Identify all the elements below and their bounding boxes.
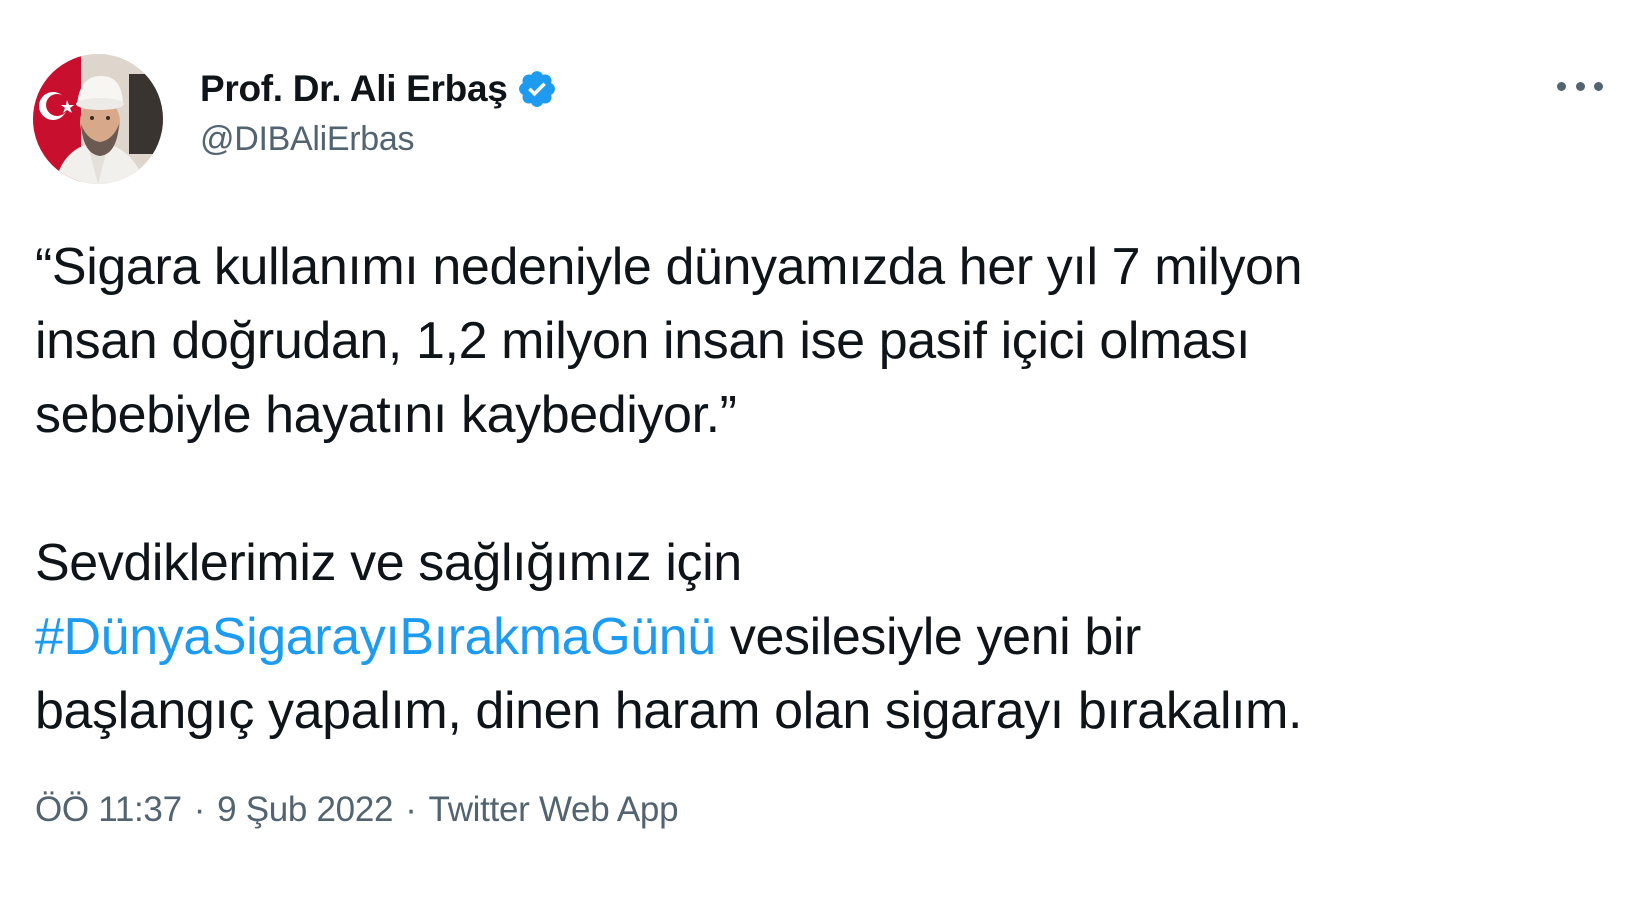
author-block: Prof. Dr. Ali Erbaş @DIBAliErbas (200, 66, 558, 159)
tweet-line-rest: vesilesiyle yeni bir (715, 608, 1141, 666)
hashtag-link[interactable]: #DünyaSigarayıBırakmaGünü (35, 608, 716, 666)
separator: · (405, 790, 417, 829)
tweet-line: sebebiyle hayatını kaybediyor.” (35, 386, 737, 444)
dot (1575, 81, 1585, 91)
tweet-source[interactable]: Twitter Web App (429, 790, 679, 830)
dot (1557, 81, 1566, 91)
tweet-line: “Sigara kullanımı nedeniyle dünyamızda h… (35, 238, 1303, 296)
tweet-line: insan doğrudan, 1,2 milyon insan ise pas… (35, 312, 1251, 370)
more-options-icon[interactable] (1557, 76, 1603, 96)
name-row: Prof. Dr. Ali Erbaş (200, 66, 558, 112)
tweet-line: başlangıç yapalım, dinen haram olan siga… (35, 682, 1303, 740)
tweet-date[interactable]: 9 Şub 2022 (217, 790, 393, 830)
separator: · (193, 790, 206, 829)
tweet-text: “Sigara kullanımı nedeniyle dünyamızda h… (35, 230, 1605, 748)
tweet-line: Sevdiklerimiz ve sağlığımız için (35, 534, 742, 592)
tweet-time[interactable]: ÖÖ 11:37 (35, 790, 182, 830)
tweet-meta: ÖÖ 11:37 · 9 Şub 2022 · Twitter Web App (35, 790, 679, 830)
tweet-line: #DünyaSigarayıBırakmaGünü vesilesiyle ye… (35, 600, 1605, 674)
tweet-card: Prof. Dr. Ali Erbaş @DIBAliErbas “Sigara… (0, 0, 1639, 900)
avatar[interactable] (33, 54, 163, 184)
dot (1594, 81, 1603, 91)
user-handle[interactable]: @DIBAliErbas (200, 120, 558, 159)
display-name[interactable]: Prof. Dr. Ali Erbaş (200, 68, 508, 110)
verified-badge-icon (516, 68, 558, 110)
